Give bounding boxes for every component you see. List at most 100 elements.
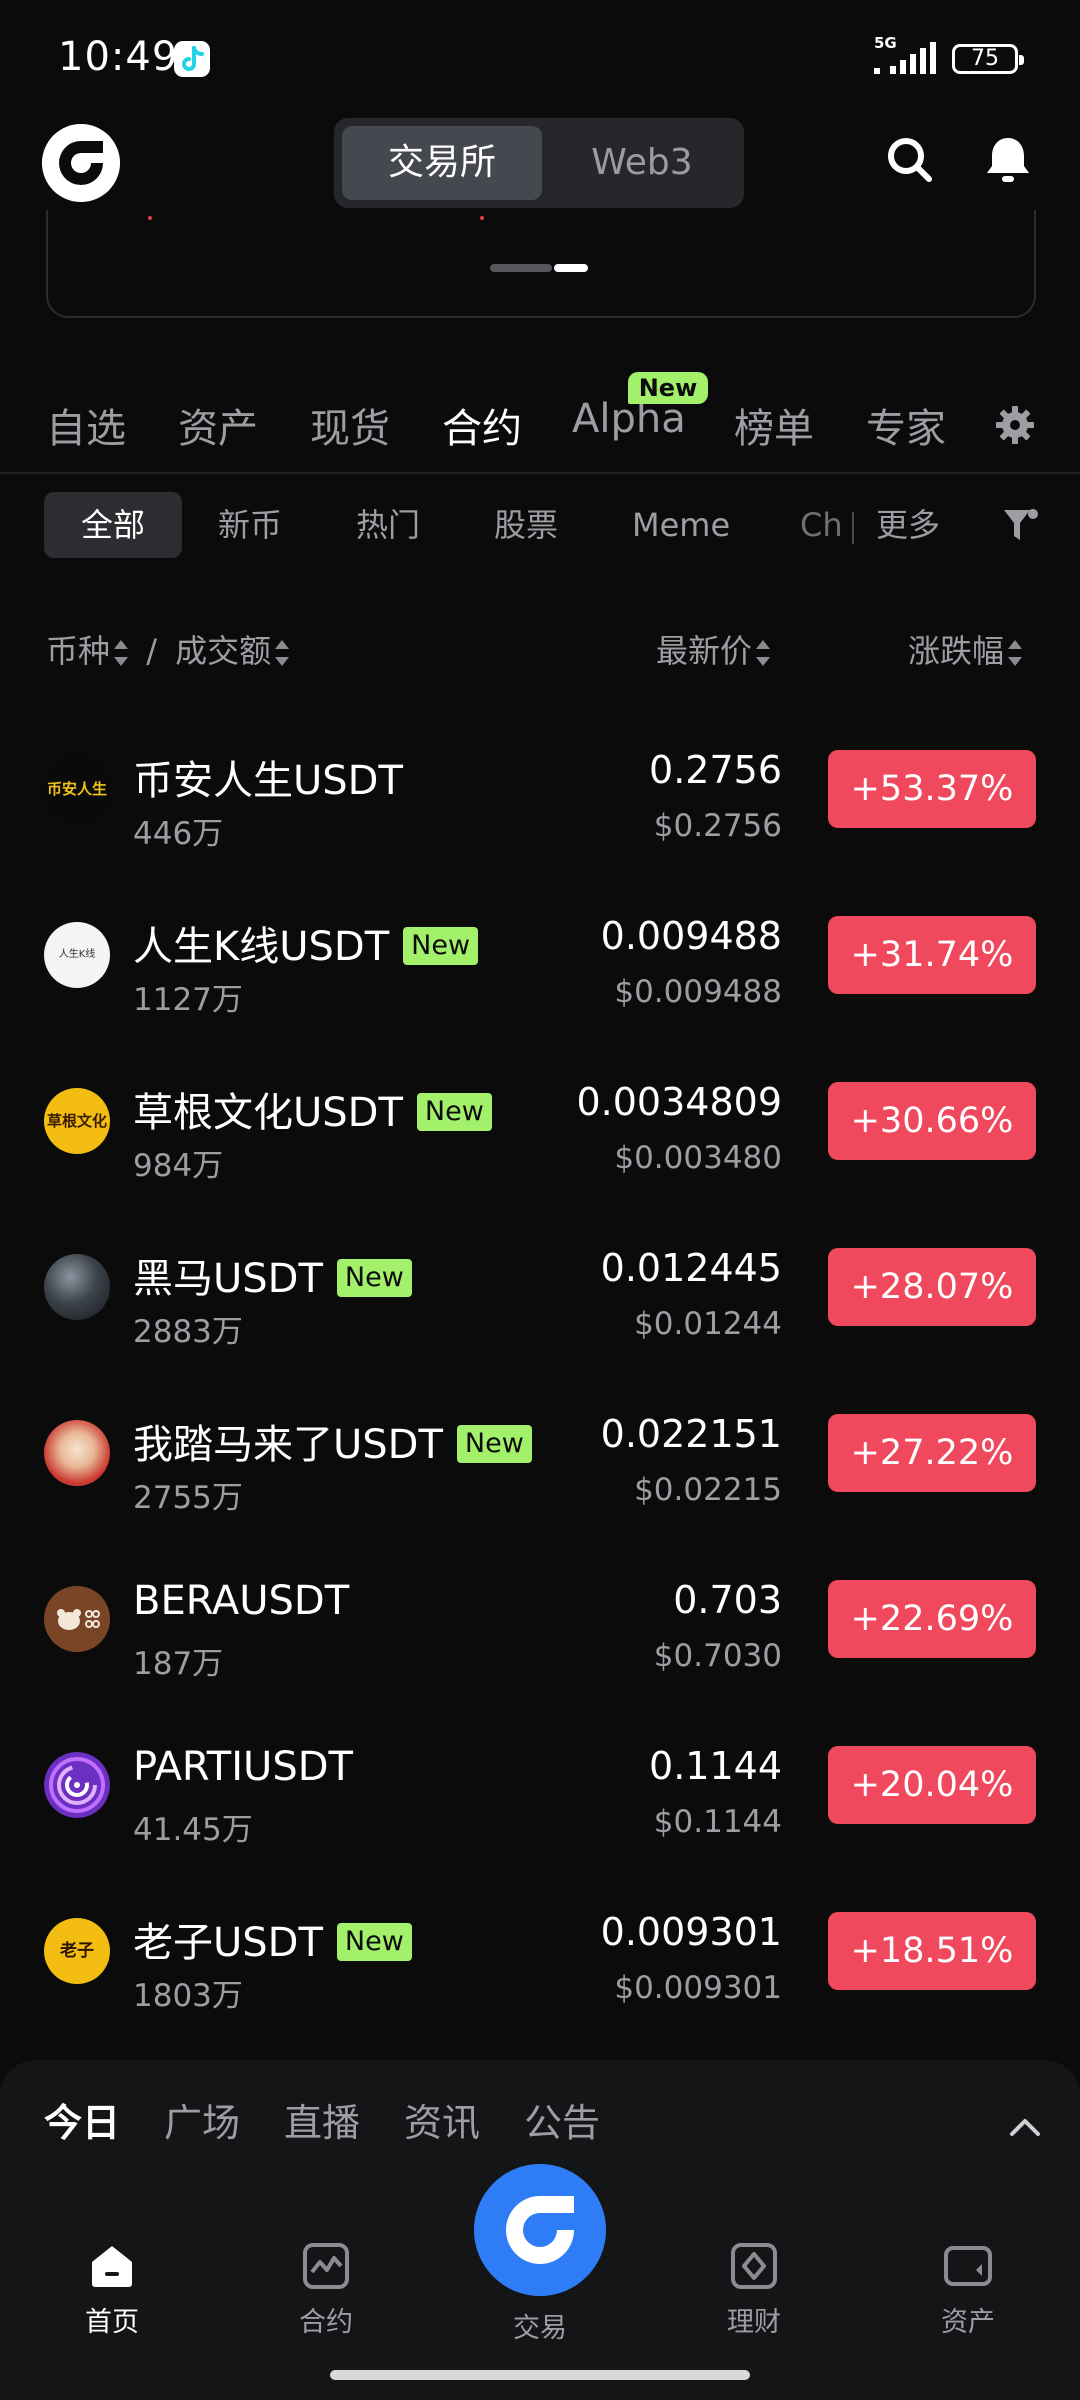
sort-icon (1008, 640, 1023, 666)
settings-gear-icon[interactable] (994, 404, 1036, 446)
chart-icon (303, 2243, 349, 2289)
coin-name-text: PARTIUSDT (133, 1744, 353, 1790)
app-logo-icon[interactable] (42, 124, 120, 202)
coin-name-text: 人生K线USDT (133, 924, 390, 970)
change-badge[interactable]: +53.37% (828, 750, 1036, 828)
new-tag: New (456, 1425, 532, 1463)
coin-volume: 2883万 (133, 1314, 243, 1350)
coin-price: 0.1144 (649, 1744, 782, 1788)
market-row[interactable]: 草根文化 草根文化USDT New 984万 0.0034809 $0.00348… (0, 1040, 1080, 1206)
coin-price: 0.009301 (600, 1910, 782, 1954)
coin-name: 草根文化USDT New (133, 1080, 492, 1138)
coin-usd-price: $0.009301 (614, 1970, 782, 2006)
nav-futures-label: 合约 (299, 2307, 353, 2338)
chip-new-coins[interactable]: 新币 (218, 492, 282, 558)
change-badge[interactable]: +31.74% (828, 916, 1036, 994)
new-tag: New (336, 1923, 412, 1961)
market-row[interactable]: 人生K线 人生K线USDT New 1127万 0.009488 $0.00948… (0, 874, 1080, 1040)
notification-bell-icon[interactable] (980, 132, 1036, 188)
coin-usd-price: $0.02215 (634, 1472, 782, 1508)
sheet-tab-square[interactable]: 广场 (164, 2092, 240, 2147)
nav-assets-label: 资产 (941, 2307, 995, 2338)
change-badge[interactable]: +30.66% (828, 1082, 1036, 1160)
coin-price: 0.703 (673, 1578, 782, 1622)
tab-experts[interactable]: 专家 (866, 396, 946, 454)
market-row[interactable]: PARTIUSDT 41.45万 0.1144 $0.1144 +20.04% (0, 1704, 1080, 1870)
chip-truncated[interactable]: Ch (800, 492, 843, 558)
trade-logo-button-icon[interactable] (474, 2164, 606, 2296)
filter-icon[interactable] (1000, 506, 1040, 546)
column-header-price[interactable]: 最新价 (656, 626, 771, 672)
chip-divider (852, 512, 854, 544)
tab-rankings[interactable]: 榜单 (734, 396, 814, 454)
market-row[interactable]: 老子 老子USDT New 1803万 0.009301 $0.009301 +1… (0, 1870, 1080, 2036)
dark-horse-avatar-icon (44, 1254, 110, 1320)
coin-price: 0.022151 (600, 1412, 782, 1456)
sheet-tab-news[interactable]: 资讯 (404, 2092, 480, 2147)
market-row[interactable]: 我踏马来了USDT New 2755万 0.022151 $0.02215 +27… (0, 1372, 1080, 1538)
chip-stocks[interactable]: 股票 (494, 492, 558, 558)
column-header-coin[interactable]: 币种 / 成交额 (46, 626, 290, 672)
coin-volume: 2755万 (133, 1480, 243, 1516)
nav-assets[interactable]: 资产 (898, 2240, 1038, 2340)
nav-home-label: 首页 (85, 2307, 139, 2338)
coin-volume: 1803万 (133, 1978, 243, 2014)
signal-icon (874, 42, 936, 74)
banner-fragment (148, 216, 152, 220)
coin-usd-price: $0.2756 (653, 808, 782, 844)
tiktok-icon (174, 41, 210, 77)
chip-more[interactable]: 更多 (876, 492, 940, 558)
nav-futures[interactable]: 合约 (256, 2240, 396, 2340)
coin-name: 人生K线USDT New (133, 914, 479, 972)
coin-volume: 1127万 (133, 982, 243, 1018)
search-icon[interactable] (882, 132, 938, 188)
change-badge[interactable]: +18.51% (828, 1912, 1036, 1990)
home-icon (92, 2246, 132, 2287)
market-row[interactable]: 币安人生 币安人生USDT 446万 0.2756 $0.2756 +53.37… (0, 708, 1080, 874)
coin-name-text: 老子USDT (133, 1920, 323, 1966)
change-header-label: 涨跌幅 (908, 632, 1005, 670)
change-badge[interactable]: +20.04% (828, 1746, 1036, 1824)
nav-earn[interactable]: 理财 (684, 2240, 824, 2340)
market-row[interactable]: 黑马USDT New 2883万 0.012445 $0.01244 +28.07… (0, 1206, 1080, 1372)
exchange-web3-switch: 交易所 Web3 (334, 118, 744, 208)
sheet-tab-today[interactable]: 今日 (44, 2092, 120, 2147)
coin-usd-price: $0.009488 (614, 974, 782, 1010)
new-tag: New (416, 1093, 492, 1131)
sheet-tab-live[interactable]: 直播 (284, 2092, 360, 2147)
tab-web3[interactable]: Web3 (542, 126, 742, 200)
banner-fragment (480, 216, 484, 220)
chevron-up-icon[interactable] (1008, 2110, 1042, 2144)
sheet-tab-announcements[interactable]: 公告 (524, 2092, 600, 2147)
change-badge[interactable]: +22.69% (828, 1580, 1036, 1658)
tab-assets[interactable]: 资产 (178, 396, 258, 454)
coin-name-text: 草根文化USDT (133, 1090, 403, 1136)
nav-earn-label: 理财 (727, 2307, 781, 2338)
change-badge[interactable]: +27.22% (828, 1414, 1036, 1492)
chip-hot[interactable]: 热门 (356, 492, 420, 558)
coin-name-text: 币安人生USDT (133, 758, 403, 804)
coin-price: 0.009488 (600, 914, 782, 958)
tab-exchange[interactable]: 交易所 (342, 126, 542, 200)
coin-name: 我踏马来了USDT New (133, 1412, 532, 1470)
coin-volume: 41.45万 (133, 1812, 253, 1848)
diamond-icon (731, 2243, 777, 2289)
change-badge[interactable]: +28.07% (828, 1248, 1036, 1326)
coin-usd-price: $0.1144 (653, 1804, 782, 1840)
column-header-change[interactable]: 涨跌幅 (908, 626, 1023, 672)
coin-volume: 187万 (133, 1646, 224, 1682)
tab-watchlist[interactable]: 自选 (46, 396, 126, 454)
coin-name: 黑马USDT New (133, 1246, 412, 1304)
tab-spot[interactable]: 现货 (310, 396, 390, 454)
chip-meme[interactable]: Meme (632, 492, 730, 558)
coin-avatar-icon: 人生K线 (44, 922, 110, 988)
price-header-label: 最新价 (656, 632, 753, 670)
market-row[interactable]: BERAUSDT 187万 0.703 $0.7030 +22.69% (0, 1538, 1080, 1704)
battery-indicator: 75 (952, 44, 1024, 74)
status-bar: 10:49 5G 75 (0, 0, 1080, 110)
chip-all[interactable]: 全部 (44, 492, 182, 558)
nav-home[interactable]: 首页 (42, 2240, 182, 2340)
parti-spiral-avatar-icon (44, 1752, 110, 1818)
tab-futures[interactable]: 合约 (442, 396, 522, 454)
coin-name-text: 黑马USDT (133, 1256, 323, 1302)
